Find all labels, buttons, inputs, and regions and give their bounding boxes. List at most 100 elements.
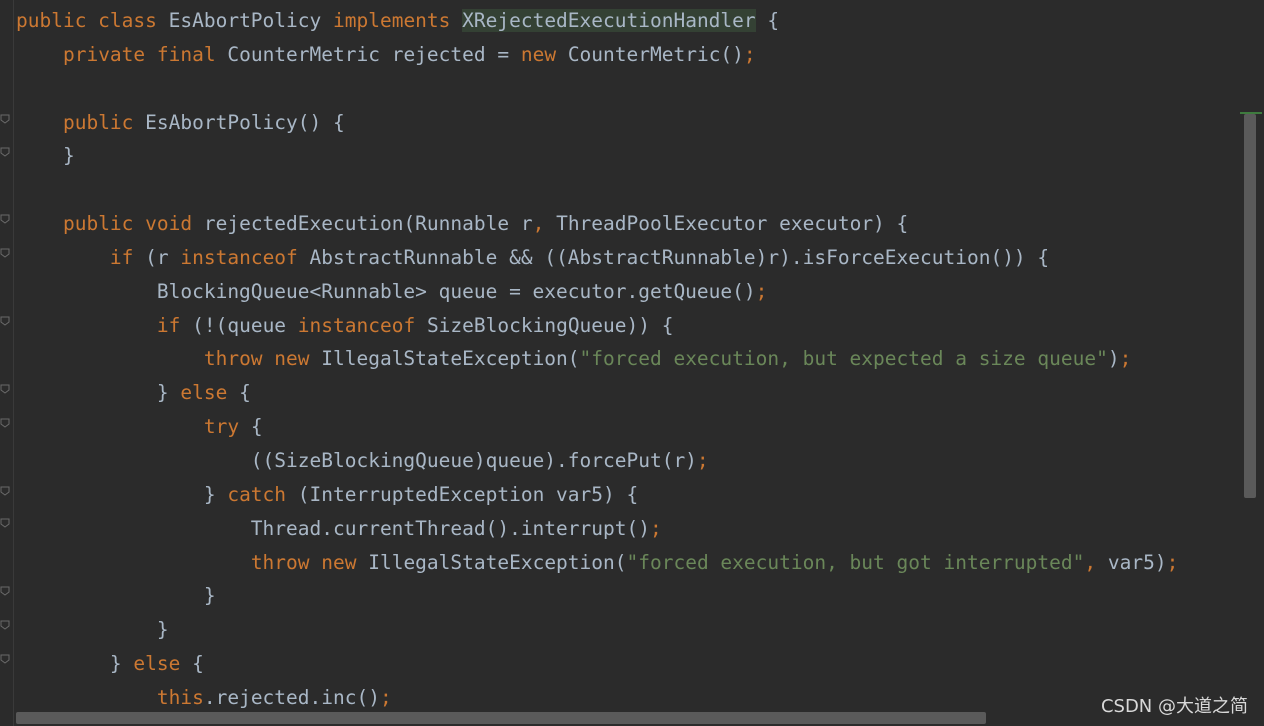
code-token: "forced execution, but got interrupted" [626, 550, 1085, 574]
code-line[interactable]: if (r instanceof AbstractRunnable && ((A… [16, 241, 1240, 275]
code-token: .rejected.inc() [203, 685, 380, 709]
code-line[interactable] [16, 173, 1240, 207]
gutter-divider [13, 0, 14, 726]
code-token: var5) [1107, 550, 1167, 574]
code-line[interactable]: Thread.currentThread().interrupt(); [16, 512, 1240, 546]
code-token: instanceof [297, 313, 427, 337]
code-token: "forced execution, but expected a size q… [579, 347, 1108, 371]
code-token: } [16, 144, 75, 168]
code-token: implements [333, 9, 463, 32]
code-line[interactable]: this.rejected.inc(); [16, 681, 1240, 715]
code-token: ThreadPoolExecutor executor) { [556, 212, 909, 236]
horizontal-scrollbar[interactable] [16, 712, 986, 724]
code-token: { [250, 415, 263, 439]
code-line[interactable]: } [16, 613, 1240, 647]
code-token: ; [755, 279, 768, 303]
code-token: EsAbortPolicy() { [145, 110, 345, 134]
watermark: CSDN @大道之简 [1100, 696, 1248, 717]
code-token: CounterMetric() [567, 42, 744, 66]
code-token: if [109, 245, 146, 269]
code-token: XRejectedExecutionHandler [462, 9, 756, 32]
fold-marker-icon[interactable] [0, 486, 10, 496]
code-token: ; [649, 516, 662, 540]
code-token: CounterMetric rejected = [227, 42, 521, 66]
code-editor[interactable]: public class EsAbortPolicy implements XR… [0, 0, 1264, 726]
editor-gutter [0, 0, 14, 726]
code-token: AbstractRunnable && ((AbstractRunnable)r… [309, 245, 1050, 269]
code-line[interactable]: } else { [16, 376, 1240, 410]
code-token: if [156, 313, 193, 337]
code-line[interactable]: try { [16, 410, 1240, 444]
code-token: throw new [203, 347, 322, 371]
code-area[interactable]: public class EsAbortPolicy implements XR… [16, 4, 1240, 715]
code-token: ; [696, 448, 709, 472]
code-line[interactable]: ((SizeBlockingQueue)queue).forcePut(r); [16, 444, 1240, 478]
code-token: else [133, 652, 193, 676]
code-line[interactable]: throw new IllegalStateException("forced … [16, 342, 1240, 376]
fold-marker-icon[interactable] [0, 654, 10, 664]
code-token: , [1084, 550, 1108, 574]
fold-marker-icon[interactable] [0, 620, 10, 630]
code-token: else [180, 381, 240, 405]
code-token: } [16, 381, 181, 405]
code-token: } [16, 482, 228, 506]
code-line[interactable]: public void rejectedExecution(Runnable r… [16, 207, 1240, 241]
fold-marker-icon[interactable] [0, 586, 10, 596]
code-line[interactable]: } [16, 579, 1240, 613]
code-token: ; [1166, 550, 1179, 574]
code-token: } [16, 618, 169, 642]
code-token: new [520, 42, 568, 66]
code-token: { [239, 381, 251, 405]
fold-marker-icon[interactable] [0, 518, 10, 528]
code-token: ) [1107, 347, 1120, 371]
fold-marker-icon[interactable] [0, 248, 10, 258]
code-token: BlockingQueue<Runnable> queue = executor… [16, 279, 756, 303]
code-line[interactable]: } else { [16, 647, 1240, 681]
code-line[interactable]: public EsAbortPolicy() { [16, 106, 1240, 140]
code-token: public [62, 110, 146, 134]
code-token: IllegalStateException( [321, 347, 580, 371]
code-token: { [755, 9, 780, 32]
code-token: public class [16, 9, 169, 32]
code-token: (!(queue [192, 313, 298, 337]
fold-marker-icon[interactable] [0, 384, 10, 394]
code-token: rejectedExecution(Runnable r [203, 212, 533, 236]
code-token: catch [227, 482, 298, 506]
fold-marker-icon[interactable] [0, 114, 10, 124]
fold-marker-icon[interactable] [0, 214, 10, 224]
code-line[interactable]: } catch (InterruptedException var5) { [16, 478, 1240, 512]
code-token: } [16, 584, 216, 608]
code-token: ; [379, 685, 392, 709]
code-line[interactable]: private final CounterMetric rejected = n… [16, 38, 1240, 72]
code-line[interactable] [16, 72, 1240, 106]
code-token: private final [62, 42, 228, 66]
code-line[interactable]: if (!(queue instanceof SizeBlockingQueue… [16, 309, 1240, 343]
vertical-scrollbar[interactable] [1244, 114, 1256, 498]
code-token: public void [62, 212, 204, 236]
code-token: IllegalStateException( [368, 550, 627, 574]
fold-marker-icon[interactable] [0, 147, 10, 157]
code-token: instanceof [180, 245, 310, 269]
code-line[interactable]: } [16, 139, 1240, 173]
code-token: EsAbortPolicy [168, 9, 333, 32]
code-token: Thread.currentThread().interrupt() [16, 516, 650, 540]
code-token: throw new [250, 550, 369, 574]
code-token: , [532, 212, 557, 236]
code-token: ; [1119, 347, 1132, 371]
fold-marker-icon[interactable] [0, 418, 10, 428]
fold-marker-icon[interactable] [0, 316, 10, 326]
code-line[interactable]: BlockingQueue<Runnable> queue = executor… [16, 275, 1240, 309]
code-token: try [203, 415, 251, 439]
code-line[interactable]: throw new IllegalStateException("forced … [16, 546, 1240, 580]
code-token: ; [743, 42, 756, 66]
code-line[interactable]: public class EsAbortPolicy implements XR… [16, 4, 1240, 38]
code-token: SizeBlockingQueue)) { [426, 313, 674, 337]
